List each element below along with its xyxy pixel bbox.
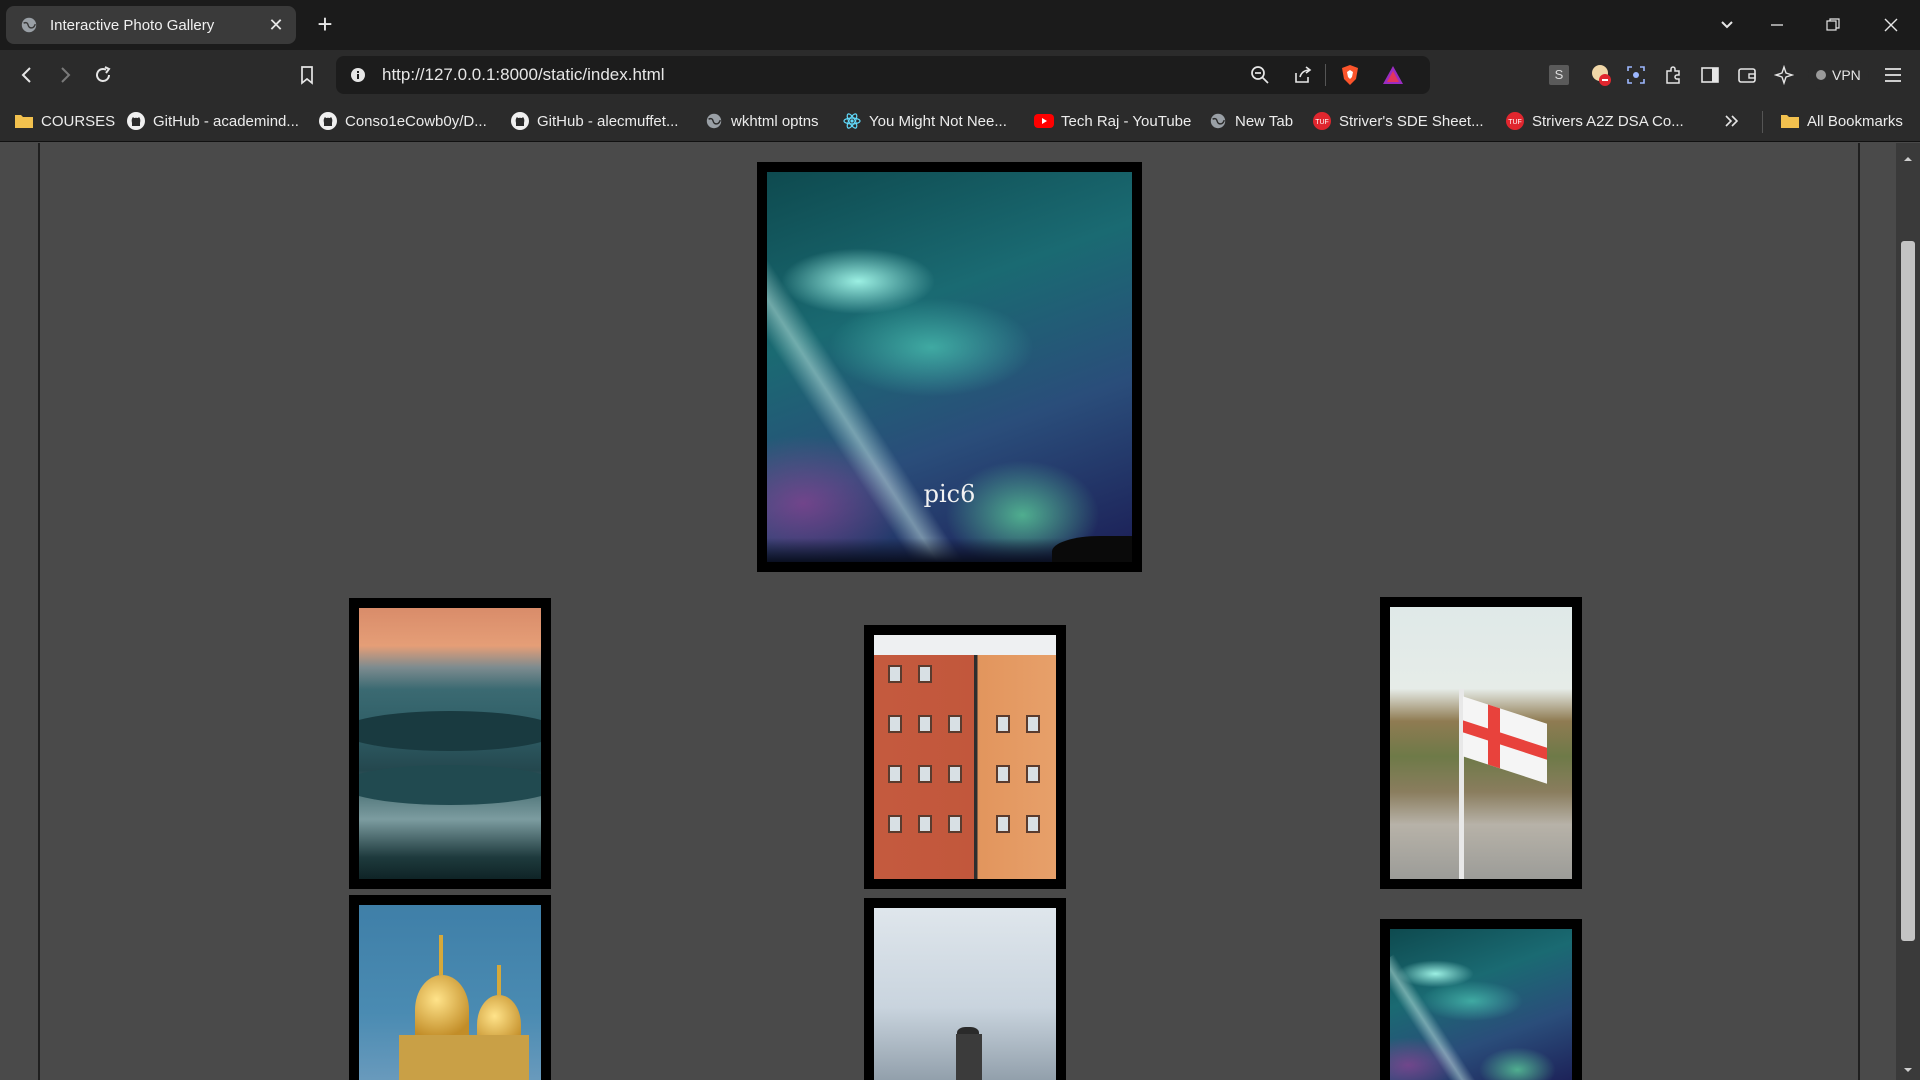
bookmark-wkhtml-optns[interactable]: wkhtml optns bbox=[704, 110, 819, 132]
github-icon bbox=[318, 111, 338, 131]
thumbnail-image bbox=[874, 635, 1056, 879]
bookmark-courses[interactable]: COURSES bbox=[14, 110, 115, 132]
menu-hamburger-icon[interactable] bbox=[1880, 62, 1906, 88]
vpn-label: VPN bbox=[1832, 67, 1861, 83]
thumbnail-image bbox=[359, 905, 541, 1080]
share-icon[interactable] bbox=[1293, 65, 1313, 85]
folder-icon bbox=[1780, 111, 1800, 131]
youtube-icon bbox=[1034, 111, 1054, 131]
reload-icon[interactable] bbox=[88, 60, 118, 90]
bookmark-label: New Tab bbox=[1235, 112, 1294, 130]
thumbnail-image bbox=[359, 608, 541, 879]
browser-toolbar: http://127.0.0.1:8000/static/index.html … bbox=[0, 50, 1920, 100]
bookmark-you-might-not-need[interactable]: You Might Not Nee... bbox=[842, 110, 1007, 132]
gallery-border-right bbox=[1858, 143, 1860, 1080]
bookmarks-bar: COURSES GitHub - academind... Conso1eCow… bbox=[0, 100, 1920, 142]
new-tab-button[interactable]: + bbox=[312, 11, 338, 38]
featured-photo[interactable]: pic6 bbox=[757, 162, 1142, 572]
thumbnail-6[interactable] bbox=[1380, 919, 1582, 1080]
address-bar[interactable]: http://127.0.0.1:8000/static/index.html bbox=[336, 56, 1430, 94]
bookmark-strivers-sde-sheet[interactable]: TUF Striver's SDE Sheet... bbox=[1312, 110, 1484, 132]
bookmark-new-tab[interactable]: New Tab bbox=[1208, 110, 1293, 132]
bookmark-page-icon[interactable] bbox=[292, 60, 322, 90]
wallet-icon[interactable] bbox=[1734, 62, 1760, 88]
screenshot-icon[interactable] bbox=[1623, 62, 1649, 88]
bookmark-github-alecmuffet[interactable]: GitHub - alecmuffet... bbox=[510, 110, 678, 132]
gallery-border-left bbox=[38, 143, 40, 1080]
site-info-icon[interactable] bbox=[350, 67, 366, 83]
tuf-icon: TUF bbox=[1505, 111, 1525, 131]
svg-text:TUF: TUF bbox=[1508, 119, 1522, 126]
zoom-out-icon[interactable] bbox=[1250, 65, 1270, 85]
all-bookmarks-label: All Bookmarks bbox=[1807, 112, 1903, 130]
all-bookmarks-folder[interactable]: All Bookmarks bbox=[1780, 110, 1903, 132]
bookmark-strivers-a2z[interactable]: TUF Strivers A2Z DSA Co... bbox=[1505, 110, 1684, 132]
globe-icon bbox=[21, 17, 37, 33]
featured-photo-caption: pic6 bbox=[923, 480, 976, 508]
thumbnail-5[interactable] bbox=[864, 898, 1066, 1080]
tuf-icon: TUF bbox=[1312, 111, 1332, 131]
thumbnail-2[interactable] bbox=[864, 625, 1066, 889]
close-tab-icon[interactable]: ✕ bbox=[266, 15, 286, 35]
page-viewport: pic6 bbox=[0, 143, 1920, 1080]
github-icon bbox=[126, 111, 146, 131]
scroll-down-arrow-icon[interactable] bbox=[1901, 1062, 1915, 1072]
extensions-puzzle-icon[interactable] bbox=[1660, 62, 1686, 88]
thumbnail-3[interactable] bbox=[1380, 597, 1582, 889]
brave-rewards-icon[interactable] bbox=[1382, 65, 1404, 85]
vpn-status-icon bbox=[1816, 70, 1826, 80]
extension-cookie-icon[interactable] bbox=[1588, 62, 1614, 88]
globe-icon bbox=[704, 111, 724, 131]
back-icon[interactable] bbox=[12, 60, 42, 90]
bookmark-label: Tech Raj - YouTube bbox=[1061, 112, 1192, 130]
vpn-button[interactable]: VPN bbox=[1808, 61, 1869, 89]
restore-icon[interactable] bbox=[1818, 10, 1848, 40]
svg-text:TUF: TUF bbox=[1315, 119, 1329, 126]
thumbnail-image bbox=[874, 908, 1056, 1080]
react-icon bbox=[842, 111, 862, 131]
more-bookmarks-chevron-icon[interactable] bbox=[1724, 110, 1740, 132]
extension-s-icon[interactable]: S bbox=[1546, 62, 1572, 88]
tab-search-chevron-icon[interactable] bbox=[1712, 10, 1742, 40]
bookmark-label: Conso1eCowb0y/D... bbox=[345, 112, 487, 130]
bookmark-github-academind[interactable]: GitHub - academind... bbox=[126, 110, 299, 132]
github-icon bbox=[510, 111, 530, 131]
bookmark-label: You Might Not Nee... bbox=[869, 112, 1007, 130]
close-window-icon[interactable] bbox=[1876, 10, 1906, 40]
bookmark-label: wkhtml optns bbox=[731, 112, 819, 130]
bookmark-label: GitHub - alecmuffet... bbox=[537, 112, 679, 130]
url-text[interactable]: http://127.0.0.1:8000/static/index.html bbox=[382, 65, 665, 85]
bookmark-label: GitHub - academind... bbox=[153, 112, 299, 130]
brave-shields-icon[interactable] bbox=[1340, 64, 1360, 86]
thumbnail-4[interactable] bbox=[349, 895, 551, 1080]
globe-icon bbox=[1208, 111, 1228, 131]
bookmark-label: Strivers A2Z DSA Co... bbox=[1532, 112, 1684, 130]
thumbnail-image bbox=[1390, 929, 1572, 1080]
scroll-up-arrow-icon[interactable] bbox=[1901, 151, 1915, 161]
minimize-icon[interactable] bbox=[1762, 10, 1792, 40]
forward-icon[interactable] bbox=[50, 60, 80, 90]
scrollbar-thumb[interactable] bbox=[1901, 241, 1915, 941]
bookmark-conso1ecowb0y[interactable]: Conso1eCowb0y/D... bbox=[318, 110, 487, 132]
thumbnail-1[interactable] bbox=[349, 598, 551, 889]
tab-strip: Interactive Photo Gallery ✕ + bbox=[0, 0, 1920, 50]
leo-ai-icon[interactable] bbox=[1771, 62, 1797, 88]
tab-title: Interactive Photo Gallery bbox=[50, 16, 215, 34]
bookmark-label: COURSES bbox=[41, 112, 116, 130]
sidebar-toggle-icon[interactable] bbox=[1697, 62, 1723, 88]
folder-icon bbox=[14, 111, 34, 131]
thumbnail-image bbox=[1390, 607, 1572, 879]
bookmark-label: Striver's SDE Sheet... bbox=[1339, 112, 1484, 130]
bookmark-tech-raj-youtube[interactable]: Tech Raj - YouTube bbox=[1034, 110, 1191, 132]
tab-interactive-photo-gallery[interactable]: Interactive Photo Gallery ✕ bbox=[6, 6, 296, 44]
